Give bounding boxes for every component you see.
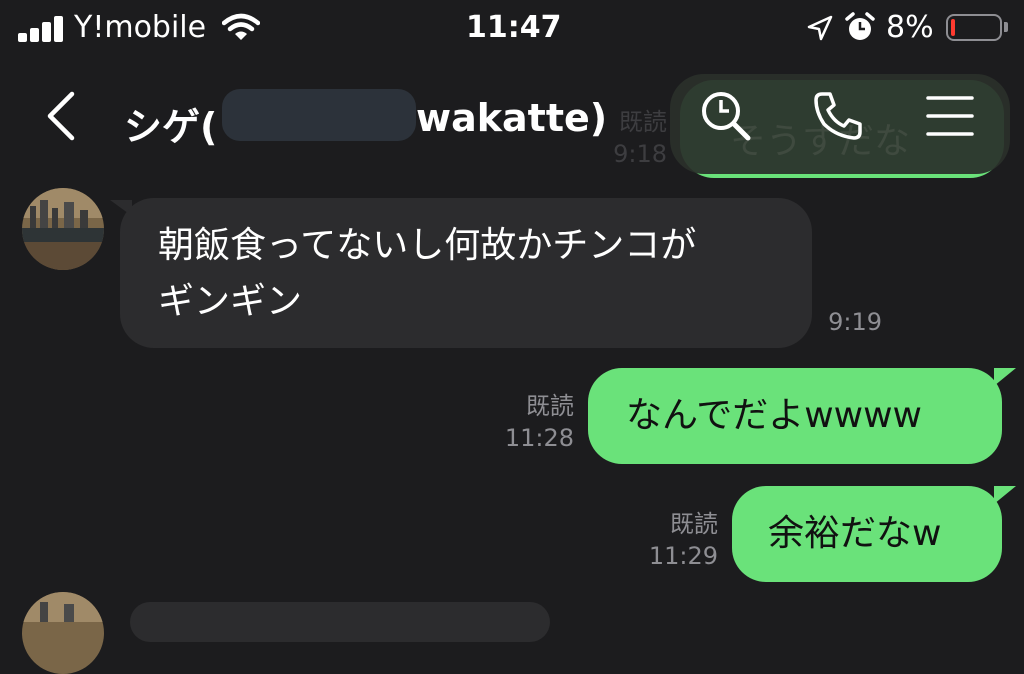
message-bubble-incoming-partial[interactable] (130, 602, 550, 642)
read-receipt: 既読 (619, 108, 667, 136)
battery-level-fill (951, 19, 955, 36)
menu-icon[interactable] (926, 94, 974, 138)
battery-icon (946, 14, 1002, 41)
battery-percent: 8% (886, 10, 934, 45)
bubble-tail-outgoing (994, 368, 1016, 386)
message-time: 9:18 (613, 140, 667, 168)
message-time: 9:19 (828, 308, 882, 336)
phone-icon[interactable] (810, 88, 866, 144)
message-bubble-incoming[interactable]: 朝飯食ってないし何故かチンコが ギンギン (120, 198, 812, 348)
contact-avatar[interactable] (22, 188, 104, 270)
read-receipt: 既読 (670, 510, 718, 538)
carrier-label: Y!mobile (74, 10, 207, 45)
message-text: 余裕だなw (768, 513, 942, 554)
contact-avatar[interactable] (22, 592, 104, 674)
back-icon[interactable] (40, 90, 80, 142)
chat-title-suffix: wakatte) (416, 96, 608, 140)
battery-tip (1004, 22, 1008, 32)
message-bubble-outgoing[interactable]: 余裕だなw (732, 486, 1002, 582)
message-text-line-1: 朝飯食ってないし何故かチンコが (158, 225, 697, 266)
search-icon[interactable] (698, 88, 754, 144)
message-text: なんでだよwwww (626, 395, 922, 436)
message-text-line-2: ギンギン (158, 281, 303, 322)
location-arrow-icon (806, 14, 834, 42)
read-receipt: 既読 (526, 392, 574, 420)
chat-title-prefix: シゲ( (124, 105, 218, 149)
message-time: 11:28 (504, 424, 574, 452)
clock: 11:47 (466, 10, 562, 45)
wifi-icon (221, 12, 261, 42)
message-time: 11:29 (648, 542, 718, 570)
message-bubble-outgoing[interactable]: なんでだよwwww (588, 368, 1002, 464)
alarm-icon (844, 11, 876, 43)
cellular-signal-icon (18, 16, 66, 42)
redacted-name (222, 89, 416, 141)
bubble-tail-outgoing (994, 486, 1016, 504)
